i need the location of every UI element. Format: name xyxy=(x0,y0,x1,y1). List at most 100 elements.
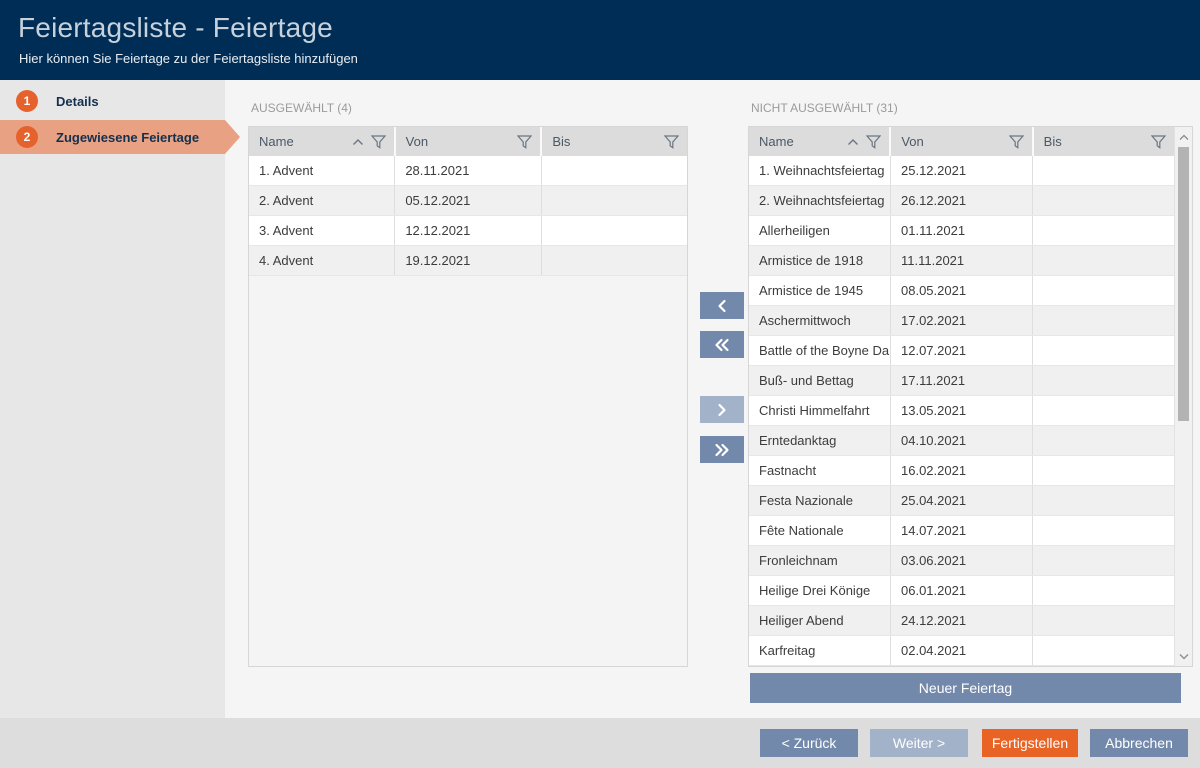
filter-funnel-icon[interactable] xyxy=(1151,135,1166,149)
vertical-scrollbar[interactable] xyxy=(1174,127,1192,666)
cancel-button[interactable]: Abbrechen xyxy=(1090,729,1188,757)
table-row[interactable]: Armistice de 191811.11.2021 xyxy=(749,246,1174,276)
cell-bis[interactable] xyxy=(1033,156,1174,185)
filter-funnel-icon[interactable] xyxy=(371,135,386,149)
cell-bis[interactable] xyxy=(1033,576,1174,605)
cell-bis[interactable] xyxy=(1033,396,1174,425)
cell-bis[interactable] xyxy=(542,246,687,275)
cell-von[interactable]: 25.12.2021 xyxy=(891,156,1033,185)
cell-name[interactable]: 4. Advent xyxy=(249,246,395,275)
cell-von[interactable]: 17.11.2021 xyxy=(891,366,1033,395)
cell-von[interactable]: 26.12.2021 xyxy=(891,186,1033,215)
scroll-up-button[interactable] xyxy=(1175,129,1192,145)
column-header-name[interactable]: Name xyxy=(249,127,396,156)
scroll-down-button[interactable] xyxy=(1175,648,1192,664)
cell-von[interactable]: 14.07.2021 xyxy=(891,516,1033,545)
cell-name[interactable]: Fastnacht xyxy=(749,456,891,485)
cell-von[interactable]: 04.10.2021 xyxy=(891,426,1033,455)
filter-funnel-icon[interactable] xyxy=(664,135,679,149)
next-button[interactable]: Weiter > xyxy=(870,729,968,757)
sort-ascending-icon[interactable] xyxy=(352,138,364,146)
table-row[interactable]: 2. Weihnachtsfeiertag26.12.2021 xyxy=(749,186,1174,216)
table-row[interactable]: Fronleichnam03.06.2021 xyxy=(749,546,1174,576)
cell-name[interactable]: Armistice de 1918 xyxy=(749,246,891,275)
filter-funnel-icon[interactable] xyxy=(517,135,532,149)
cell-bis[interactable] xyxy=(542,156,687,185)
finish-button[interactable]: Fertigstellen xyxy=(982,729,1078,757)
cell-von[interactable]: 05.12.2021 xyxy=(395,186,541,215)
table-row[interactable]: Buß- und Bettag17.11.2021 xyxy=(749,366,1174,396)
move-selected-right-button[interactable] xyxy=(700,396,744,423)
table-row[interactable]: 2. Advent05.12.2021 xyxy=(249,186,687,216)
cell-bis[interactable] xyxy=(1033,216,1174,245)
cell-von[interactable]: 13.05.2021 xyxy=(891,396,1033,425)
table-row[interactable]: Allerheiligen01.11.2021 xyxy=(749,216,1174,246)
move-selected-left-button[interactable] xyxy=(700,292,744,319)
filter-funnel-icon[interactable] xyxy=(1009,135,1024,149)
table-row[interactable]: Erntedanktag04.10.2021 xyxy=(749,426,1174,456)
cell-name[interactable]: 1. Weihnachtsfeiertag xyxy=(749,156,891,185)
cell-von[interactable]: 02.04.2021 xyxy=(891,636,1033,665)
step-details[interactable]: 1 Details xyxy=(0,84,225,118)
cell-name[interactable]: Karfreitag xyxy=(749,636,891,665)
table-row[interactable]: Christi Himmelfahrt13.05.2021 xyxy=(749,396,1174,426)
cell-bis[interactable] xyxy=(1033,606,1174,635)
scrollbar-thumb[interactable] xyxy=(1178,147,1189,421)
table-row[interactable]: Fête Nationale14.07.2021 xyxy=(749,516,1174,546)
cell-name[interactable]: Buß- und Bettag xyxy=(749,366,891,395)
table-row[interactable]: 1. Weihnachtsfeiertag25.12.2021 xyxy=(749,156,1174,186)
cell-bis[interactable] xyxy=(1033,486,1174,515)
cell-bis[interactable] xyxy=(1033,426,1174,455)
step-zugewiesene-feiertage[interactable]: 2 Zugewiesene Feiertage xyxy=(0,120,225,154)
cell-name[interactable]: 1. Advent xyxy=(249,156,395,185)
table-row[interactable]: Heilige Drei Könige06.01.2021 xyxy=(749,576,1174,606)
cell-bis[interactable] xyxy=(1033,516,1174,545)
cell-von[interactable]: 08.05.2021 xyxy=(891,276,1033,305)
column-header-bis[interactable]: Bis xyxy=(542,127,687,156)
new-holiday-button[interactable]: Neuer Feiertag xyxy=(750,673,1181,703)
cell-name[interactable]: 3. Advent xyxy=(249,216,395,245)
cell-bis[interactable] xyxy=(1033,546,1174,575)
table-row[interactable]: 3. Advent12.12.2021 xyxy=(249,216,687,246)
cell-bis[interactable] xyxy=(1033,456,1174,485)
filter-funnel-icon[interactable] xyxy=(866,135,881,149)
move-all-right-button[interactable] xyxy=(700,436,744,463)
cell-name[interactable]: Erntedanktag xyxy=(749,426,891,455)
column-header-von[interactable]: Von xyxy=(891,127,1033,156)
move-all-left-button[interactable] xyxy=(700,331,744,358)
cell-von[interactable]: 01.11.2021 xyxy=(891,216,1033,245)
cell-von[interactable]: 24.12.2021 xyxy=(891,606,1033,635)
cell-name[interactable]: Fête Nationale xyxy=(749,516,891,545)
cell-name[interactable]: Christi Himmelfahrt xyxy=(749,396,891,425)
cell-bis[interactable] xyxy=(542,186,687,215)
cell-von[interactable]: 06.01.2021 xyxy=(891,576,1033,605)
cell-bis[interactable] xyxy=(1033,186,1174,215)
cell-von[interactable]: 12.07.2021 xyxy=(891,336,1033,365)
column-header-von[interactable]: Von xyxy=(396,127,543,156)
cell-von[interactable]: 19.12.2021 xyxy=(395,246,541,275)
table-row[interactable]: Fastnacht16.02.2021 xyxy=(749,456,1174,486)
cell-von[interactable]: 11.11.2021 xyxy=(891,246,1033,275)
table-row[interactable]: Armistice de 194508.05.2021 xyxy=(749,276,1174,306)
cell-name[interactable]: Allerheiligen xyxy=(749,216,891,245)
table-row[interactable]: Festa Nazionale25.04.2021 xyxy=(749,486,1174,516)
cell-bis[interactable] xyxy=(1033,366,1174,395)
cell-von[interactable]: 16.02.2021 xyxy=(891,456,1033,485)
cell-bis[interactable] xyxy=(1033,336,1174,365)
sort-ascending-icon[interactable] xyxy=(847,138,859,146)
cell-von[interactable]: 28.11.2021 xyxy=(395,156,541,185)
cell-name[interactable]: Armistice de 1945 xyxy=(749,276,891,305)
table-row[interactable]: Heiliger Abend24.12.2021 xyxy=(749,606,1174,636)
cell-bis[interactable] xyxy=(1033,636,1174,665)
column-header-name[interactable]: Name xyxy=(749,127,891,156)
cell-von[interactable]: 03.06.2021 xyxy=(891,546,1033,575)
cell-name[interactable]: 2. Advent xyxy=(249,186,395,215)
cell-bis[interactable] xyxy=(1033,276,1174,305)
cell-bis[interactable] xyxy=(1033,246,1174,275)
cell-name[interactable]: Heilige Drei Könige xyxy=(749,576,891,605)
cell-bis[interactable] xyxy=(542,216,687,245)
table-row[interactable]: 1. Advent28.11.2021 xyxy=(249,156,687,186)
column-header-bis[interactable]: Bis xyxy=(1034,127,1174,156)
cell-von[interactable]: 25.04.2021 xyxy=(891,486,1033,515)
cell-von[interactable]: 12.12.2021 xyxy=(395,216,541,245)
